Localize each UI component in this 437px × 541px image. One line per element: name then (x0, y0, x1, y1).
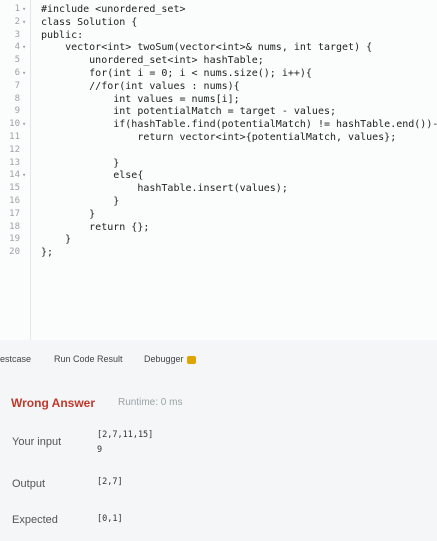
line-number: 10 (9, 119, 20, 130)
code-line[interactable]: 4 ▾ vector<int> twoSum(vector<int>& nums,… (0, 41, 437, 54)
code-text: } (41, 208, 96, 220)
code-text: return vector<int>{potentialMatch, value… (41, 132, 397, 143)
line-number: 7 (14, 80, 20, 91)
fold-chevron-icon[interactable]: ▾ (22, 67, 26, 80)
code-line[interactable]: 12 (0, 144, 437, 157)
code-text: hashTable.insert(values); (41, 183, 288, 195)
code-line[interactable]: 10 ▾ if(hashTable.find(potentialMatch) !=… (0, 118, 437, 131)
tab-debugger-label: Debugger (144, 354, 184, 364)
code-line[interactable]: 11 return vector<int>{potentialMatch, va… (0, 131, 437, 144)
code-line[interactable]: 20}; (0, 246, 437, 259)
expected-value: [0,1] (97, 514, 123, 524)
line-number: 1 (14, 4, 20, 14)
code-text: int values = nums[i]; (41, 93, 240, 105)
code-line[interactable]: 8 int values = nums[i]; (0, 93, 437, 106)
line-number: 8 (14, 93, 20, 104)
code-text: #include <unordered_set> (41, 4, 186, 15)
fold-chevron-icon[interactable]: ▾ (22, 118, 26, 131)
code-line[interactable]: 15 hashTable.insert(values); (0, 182, 437, 195)
code-text: if(hashTable.find(potentialMatch) != has… (41, 119, 437, 131)
code-line[interactable]: 19 } (0, 233, 437, 246)
code-text: vector<int> twoSum(vector<int>& nums, in… (41, 42, 373, 54)
tab-run-code-result[interactable]: Run Code Result (54, 354, 123, 364)
line-number: 5 (14, 55, 20, 66)
line-number: 12 (9, 144, 20, 155)
line-number: 15 (9, 183, 20, 194)
code-line[interactable]: 5 unordered_set<int> hashTable; (0, 54, 437, 67)
fold-chevron-icon[interactable]: ▾ (22, 3, 26, 16)
bug-icon (186, 355, 196, 364)
code-editor[interactable]: 1 ▾ #include <unordered_set> 2 ▾ class Soluti… (0, 0, 437, 340)
code-line[interactable]: 7 //for(int values : nums){ (0, 80, 437, 93)
line-number: 20 (9, 247, 20, 258)
code-text: public: (41, 29, 84, 41)
fold-chevron-icon[interactable]: ▾ (22, 41, 26, 54)
code-text: for(int i = 0; i < nums.size(); i++){ (41, 68, 312, 79)
code-text: } (41, 234, 72, 246)
code-text: return {}; (41, 221, 150, 233)
code-text: //for(int values : nums){ (41, 80, 240, 92)
line-number: 16 (9, 196, 20, 206)
result-panel: Wrong Answer Runtime: 0 ms Your input [2… (0, 380, 437, 541)
line-number: 2 (14, 16, 20, 27)
code-line[interactable]: 9 int potentialMatch = target - values; (0, 105, 437, 118)
output-value: [2,7] (97, 477, 123, 487)
code-line[interactable]: 17 } (0, 208, 437, 221)
result-tabs: estcase Run Code Result Debugger (0, 350, 437, 370)
code-text: unordered_set<int> hashTable; (41, 55, 264, 67)
output-label: Output (12, 478, 46, 490)
line-number: 19 (9, 234, 20, 245)
line-number: 6 (14, 68, 20, 78)
code-line[interactable]: 14 ▾ else{ (0, 169, 437, 182)
runtime-text: Runtime: 0 ms (118, 397, 183, 408)
expected-label: Expected (12, 514, 58, 526)
code-line[interactable]: 3 public: (0, 29, 437, 42)
line-number: 3 (14, 29, 20, 40)
fold-chevron-icon[interactable]: ▾ (22, 16, 26, 29)
code-text: } (41, 157, 120, 169)
your-input-label: Your input (12, 436, 62, 448)
code-line[interactable]: 1 ▾ #include <unordered_set> (0, 3, 437, 16)
code-text: }; (41, 247, 54, 259)
tab-debugger[interactable]: Debugger (144, 354, 196, 364)
code-text: else{ (41, 170, 144, 182)
line-number: 11 (9, 132, 20, 142)
code-text: int potentialMatch = target - values; (41, 106, 337, 118)
code-line[interactable]: 13 } (0, 157, 437, 170)
code-line[interactable]: 6 ▾ for(int i = 0; i < nums.size(); i++){ (0, 67, 437, 80)
code-text: } (41, 196, 120, 207)
tab-testcase[interactable]: estcase (0, 354, 31, 364)
line-number: 4 (14, 42, 20, 53)
code-line[interactable]: 2 ▾ class Solution { (0, 16, 437, 29)
status-badge: Wrong Answer (11, 396, 96, 410)
fold-chevron-icon[interactable]: ▾ (22, 169, 26, 182)
line-number: 13 (9, 157, 20, 168)
code-line[interactable]: 18 return {}; (0, 221, 437, 234)
your-input-line-2: 9 (97, 445, 103, 455)
line-number: 9 (14, 106, 20, 117)
line-number: 17 (9, 208, 20, 219)
line-number: 18 (9, 221, 20, 232)
line-number: 14 (9, 170, 20, 181)
your-input-line-1: [2,7,11,15] (97, 430, 154, 440)
code-text: class Solution { (41, 16, 138, 28)
code-line[interactable]: 16 } (0, 195, 437, 208)
